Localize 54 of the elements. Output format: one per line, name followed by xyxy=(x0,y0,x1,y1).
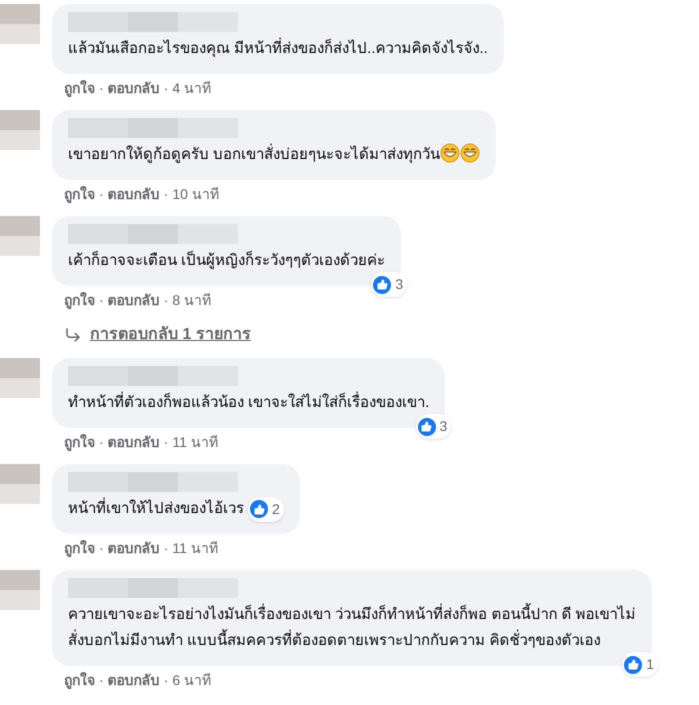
reply-link[interactable]: ตอบกลับ xyxy=(108,538,160,559)
reply-link[interactable]: ตอบกลับ xyxy=(108,670,160,691)
reaction-badge[interactable]: 3 xyxy=(371,272,408,297)
view-replies-link[interactable]: การตอบกลับ 1 รายการ xyxy=(90,323,251,347)
comment-time[interactable]: 4 นาที xyxy=(172,78,212,99)
reaction-badge[interactable]: 3 xyxy=(416,414,452,439)
grinning-emoji-icon xyxy=(440,143,460,163)
comment-time[interactable]: 8 นาที xyxy=(172,290,212,311)
separator-dot: · xyxy=(99,433,104,452)
separator-dot: · xyxy=(164,185,168,204)
separator-dot: · xyxy=(164,433,168,452)
reply-link[interactable]: ตอบกลับ xyxy=(108,184,160,205)
separator-dot: · xyxy=(164,79,168,98)
reply-arrow-icon xyxy=(64,326,82,344)
like-link[interactable]: ถูกใจ xyxy=(64,290,95,311)
grinning-emoji-icon xyxy=(460,143,480,163)
separator-dot: · xyxy=(164,291,168,310)
comment-text: เค้าก็อาจจะเตือน เป็นผู้หญิงก็ระวังๆๆตัวเองด้วยค่ะ xyxy=(68,250,386,271)
avatar xyxy=(0,216,40,256)
like-link[interactable]: ถูกใจ xyxy=(64,538,95,559)
comment-text: ควายเขาจะอะไรอย่างไงมันก็เรื่องของเขา ว่วนมึงก็ทำหน้าที่ส่งก็พอ ตอนนี้ปาก ดี พอเขาไม่สั่งบอกไม่มีงานทำ แบบนี้สมคควรที่ต้องอดตายเพราะปากกับความ คิดชั่วๆของตัวเอง xyxy=(68,602,636,654)
avatar xyxy=(0,110,40,150)
reply-link[interactable]: ตอบกลับ xyxy=(108,78,160,99)
like-link[interactable]: ถูกใจ xyxy=(64,670,95,691)
avatar xyxy=(0,464,40,504)
reply-link[interactable]: ตอบกลับ xyxy=(108,432,160,453)
comment-text: หน้าที่เขาให้ไปส่งของไอ้เวร xyxy=(68,496,244,522)
like-icon xyxy=(624,656,642,674)
like-link[interactable]: ถูกใจ xyxy=(64,184,95,205)
separator-dot: · xyxy=(164,539,168,558)
like-link[interactable]: ถูกใจ xyxy=(64,432,95,453)
avatar xyxy=(0,358,40,398)
separator-dot: · xyxy=(99,539,104,558)
separator-dot: · xyxy=(99,185,104,204)
comment-text: เขาอยากให้ดูก้อดูครับ บอกเขาสั่งบ่อยๆนะจะได้มาส่งทุกวัน xyxy=(68,142,480,168)
comment-text: แล้วมันเสือกอะไรของคุณ มีหน้าที่ส่งของก็ส่งไป..ความคิดจังไรจัง.. xyxy=(68,36,488,62)
like-link[interactable]: ถูกใจ xyxy=(64,78,95,99)
reaction-badge[interactable]: 2 xyxy=(248,496,284,522)
reaction-badge[interactable]: 1 xyxy=(622,652,658,677)
avatar xyxy=(0,570,40,610)
like-icon xyxy=(373,276,392,294)
separator-dot: · xyxy=(164,671,168,690)
like-icon xyxy=(418,418,436,436)
separator-dot: · xyxy=(99,671,104,690)
comment-text: ทำหน้าที่ตัวเองก็พอแล้วน้อง เขาจะใส่ไม่ใส่ก็เรื่องของเขา. xyxy=(68,390,430,416)
comment-time[interactable]: 11 นาที xyxy=(172,538,218,559)
comment-time[interactable]: 6 นาที xyxy=(172,670,212,691)
separator-dot: · xyxy=(99,79,104,98)
reply-link[interactable]: ตอบกลับ xyxy=(108,290,160,311)
comment-time[interactable]: 10 นาที xyxy=(172,184,219,205)
separator-dot: · xyxy=(99,291,104,310)
comment-time[interactable]: 11 นาที xyxy=(172,432,218,453)
avatar xyxy=(0,4,40,44)
like-icon xyxy=(250,500,268,518)
